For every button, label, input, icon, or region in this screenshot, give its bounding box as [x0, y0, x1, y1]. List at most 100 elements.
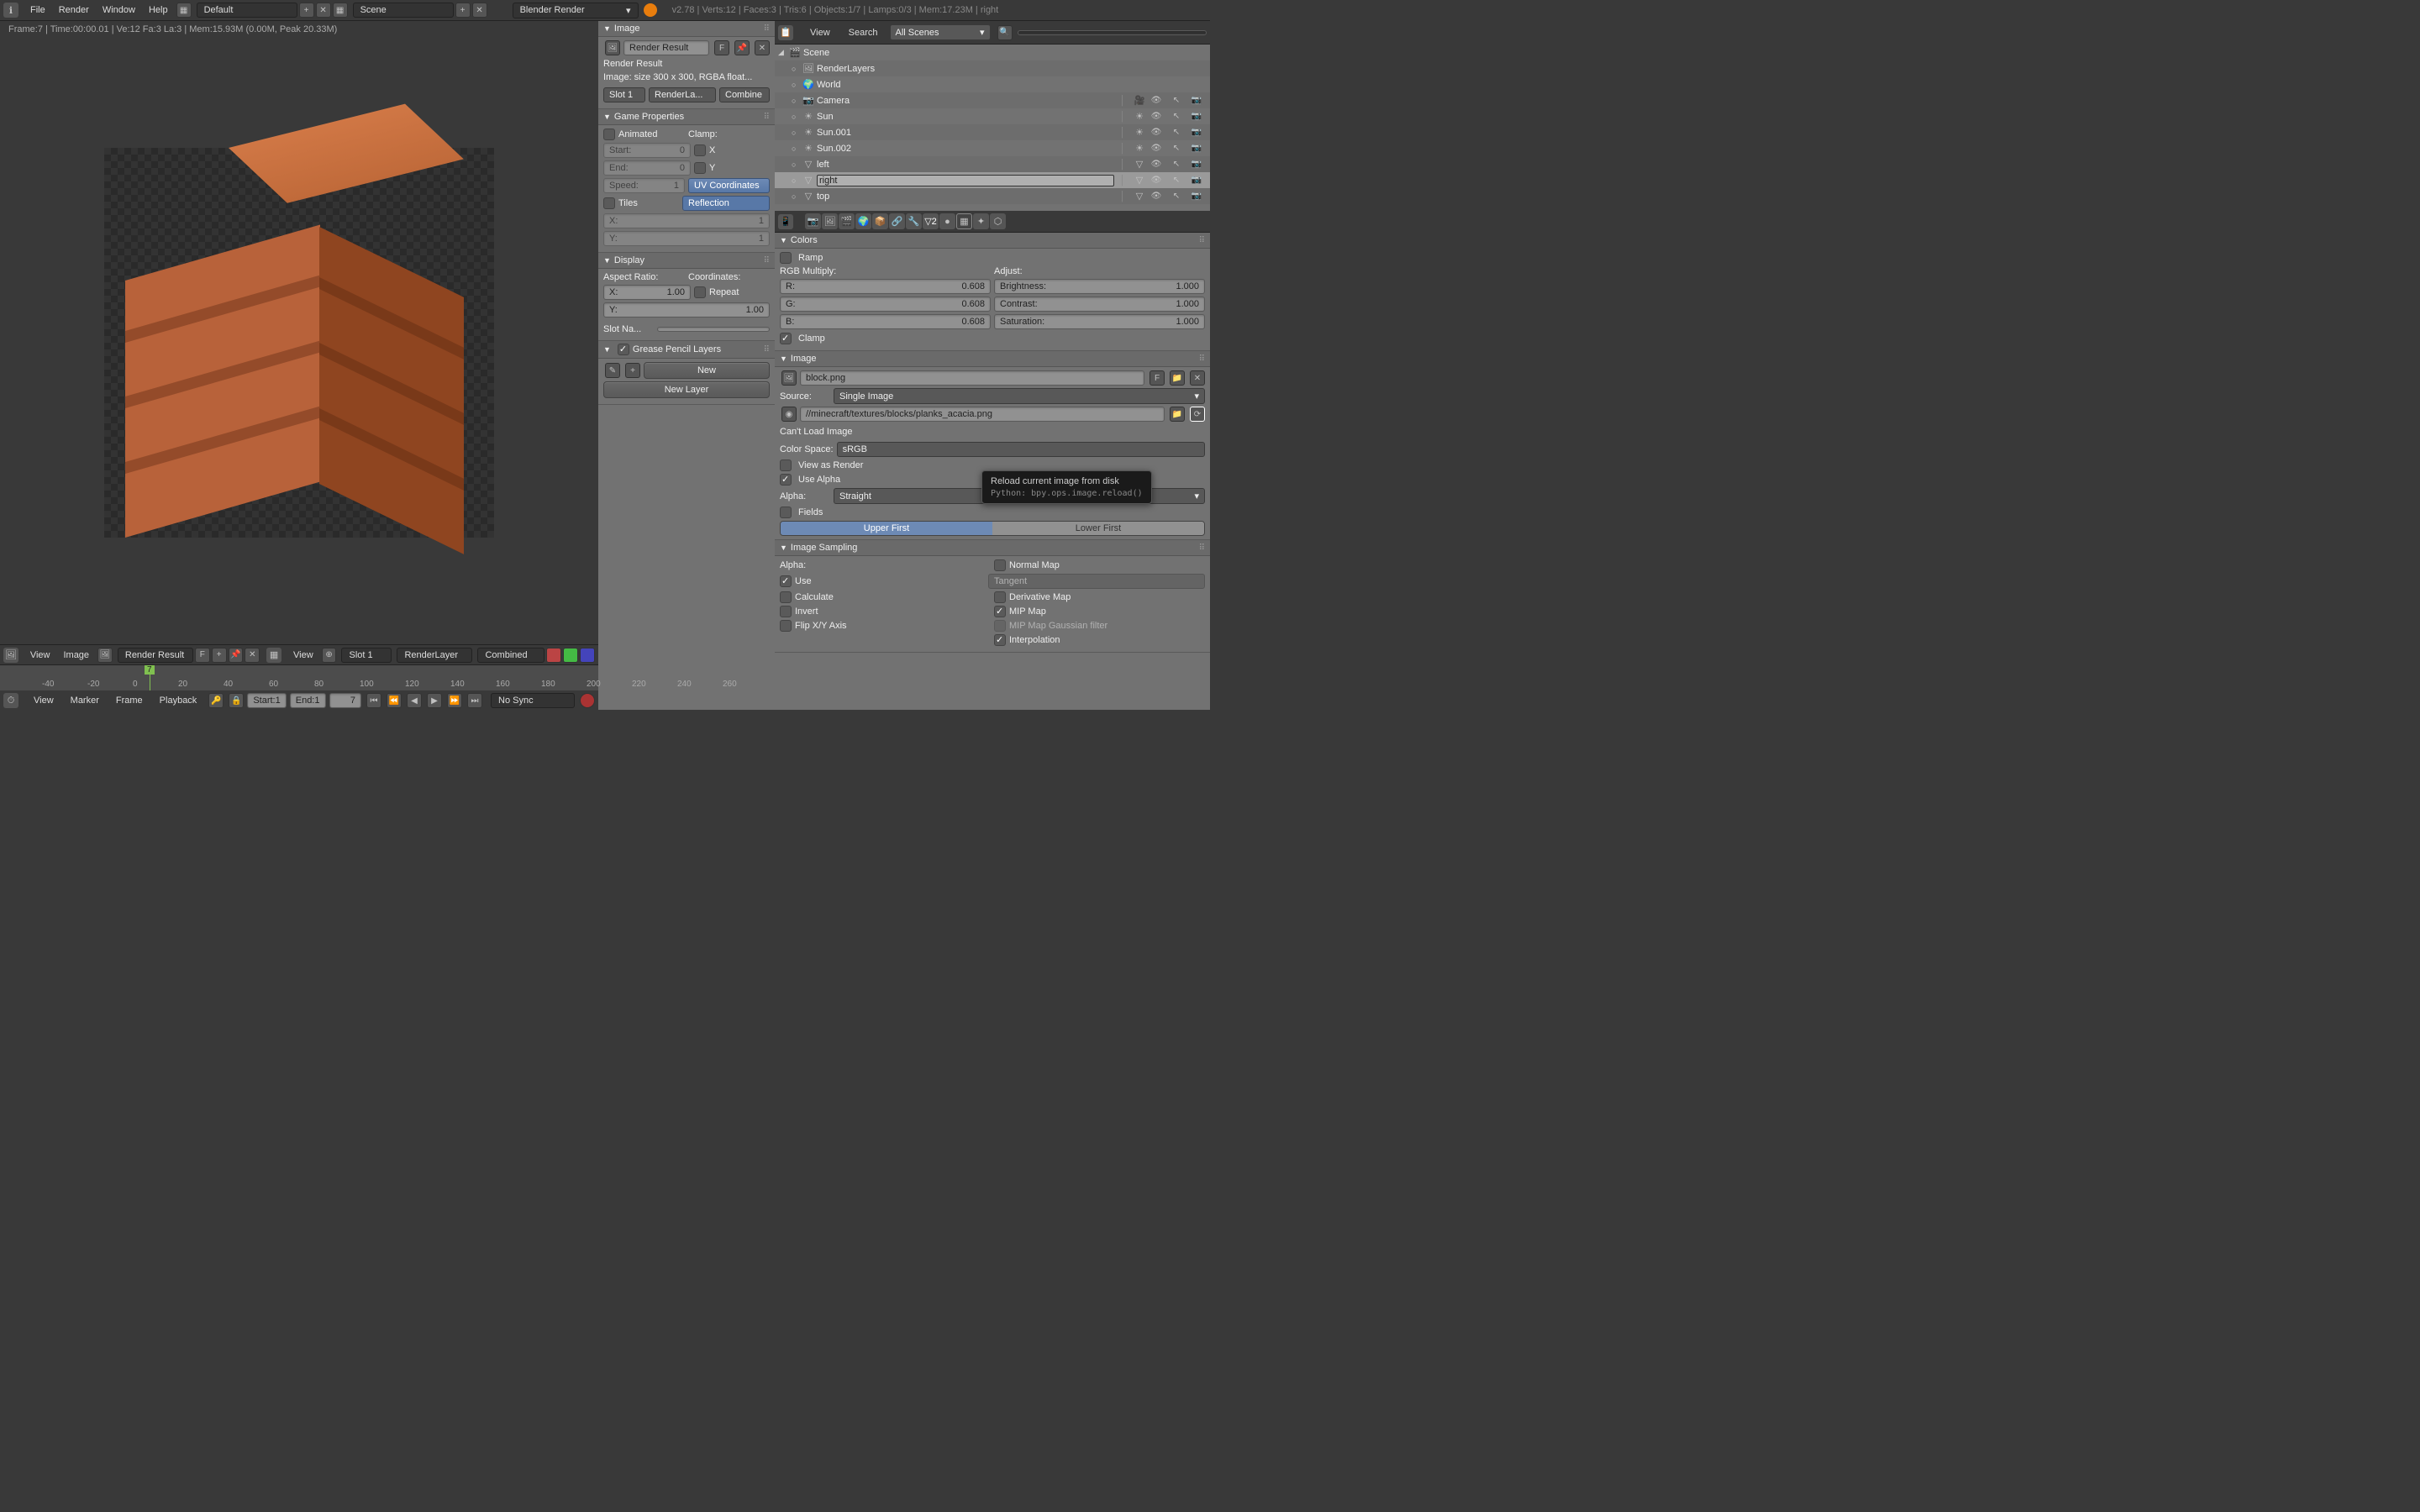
render-icon[interactable]: 📷 — [1190, 94, 1203, 108]
new-layer-button[interactable]: New Layer — [603, 381, 770, 398]
fields-check[interactable] — [780, 507, 792, 518]
use-check[interactable] — [780, 575, 792, 587]
tab-render[interactable]: 📷 — [805, 213, 821, 229]
tiles-y-field[interactable]: Y:1 — [603, 231, 770, 246]
current-frame-field[interactable]: 7 — [329, 693, 362, 708]
uv-coords-button[interactable]: UV Coordinates — [688, 178, 770, 193]
outliner-editor-icon[interactable]: 📋 — [778, 25, 793, 40]
use-alpha-check[interactable] — [780, 474, 792, 486]
search-icon[interactable]: 🔍 — [997, 25, 1013, 40]
colors-header[interactable]: ▼Colors⠿ — [775, 233, 1210, 249]
jump-end-icon[interactable]: ⏭ — [467, 693, 482, 708]
jump-start-icon[interactable]: ⏮ — [366, 693, 381, 708]
ramp-check[interactable] — [780, 252, 792, 264]
g-field[interactable]: G:0.608 — [780, 297, 991, 312]
outliner-tree[interactable]: ◢🎬Scene○🖼RenderLayers○🌍World○📷Camera│🎥👁↖… — [775, 45, 1210, 211]
gp-new-button[interactable]: New — [644, 362, 770, 379]
outliner-scope-dropdown[interactable]: All Scenes▾ — [890, 24, 991, 40]
image-name-dropdown[interactable]: Render Result — [118, 648, 193, 663]
b-field[interactable]: B:0.608 — [780, 314, 991, 329]
file-browser-icon[interactable]: 📁 — [1170, 407, 1185, 422]
keyframe-next-icon[interactable]: ⏩ — [447, 693, 462, 708]
tree-row-sun-002[interactable]: ○☀Sun.002│☀👁↖📷 — [775, 140, 1210, 156]
render-engine-dropdown[interactable]: Blender Render▾ — [513, 3, 639, 18]
reflection-button[interactable]: Reflection — [682, 196, 770, 211]
filepath-input[interactable]: //minecraft/textures/blocks/planks_acaci… — [800, 407, 1165, 422]
search-input[interactable] — [1018, 30, 1207, 35]
render-icon[interactable]: 📷 — [1190, 190, 1203, 203]
start-frame-field[interactable]: Start:1 — [247, 693, 286, 708]
slot-dropdown[interactable]: Slot 1 — [341, 648, 392, 663]
unlink-icon[interactable]: ✕ — [245, 648, 260, 663]
tab-object[interactable]: 📦 — [872, 213, 888, 229]
cursor-icon[interactable]: ↖ — [1170, 158, 1183, 171]
new-image-icon[interactable]: + — [212, 648, 227, 663]
render-icon[interactable]: 📷 — [1190, 158, 1203, 171]
tab-particles[interactable]: ✦ — [973, 213, 989, 229]
screen-layout-dropdown[interactable]: Default — [197, 3, 297, 18]
r-field[interactable]: R:0.608 — [780, 279, 991, 294]
invert-check[interactable] — [780, 606, 792, 617]
brightness-field[interactable]: Brightness:1.000 — [994, 279, 1205, 294]
clamp-y-check[interactable] — [694, 162, 706, 174]
outliner-view-menu[interactable]: View — [803, 28, 837, 38]
channel-g-icon[interactable] — [563, 648, 578, 663]
play-icon[interactable]: ▶ — [427, 693, 442, 708]
image-sampling-header[interactable]: ▼Image Sampling⠿ — [775, 540, 1210, 556]
end-field[interactable]: End:0 — [603, 160, 691, 176]
tab-modifiers[interactable]: 🔧 — [906, 213, 922, 229]
tree-row-camera[interactable]: ○📷Camera│🎥👁↖📷 — [775, 92, 1210, 108]
filepath-icon[interactable]: ◉ — [781, 407, 797, 422]
tree-row-top[interactable]: ○▽top│▽👁↖📷 — [775, 188, 1210, 204]
channel-r-icon[interactable] — [546, 648, 561, 663]
render-icon[interactable]: 📷 — [1190, 142, 1203, 155]
upper-first-toggle[interactable]: Upper First — [781, 522, 992, 535]
renderlayer-select[interactable]: RenderLa... — [649, 87, 716, 102]
sync-mode-dropdown[interactable]: No Sync — [491, 693, 575, 708]
tree-toggle-icon[interactable]: ○ — [792, 65, 800, 73]
delete-layout-icon[interactable]: ✕ — [316, 3, 331, 18]
tree-toggle-icon[interactable]: ○ — [792, 160, 800, 169]
tree-row-scene[interactable]: ◢🎬Scene — [775, 45, 1210, 60]
tree-toggle-icon[interactable]: ○ — [792, 81, 800, 89]
render-icon[interactable]: 📷 — [1190, 110, 1203, 123]
animated-check[interactable] — [603, 129, 615, 140]
image-editor-icon[interactable]: 🖼 — [3, 648, 18, 663]
render-icon[interactable]: 📷 — [1190, 174, 1203, 187]
timeline-frame-menu[interactable]: Frame — [109, 696, 150, 706]
tree-row-renderlayers[interactable]: ○🖼RenderLayers — [775, 60, 1210, 76]
combine-select[interactable]: Combine — [719, 87, 770, 102]
game-properties-header[interactable]: ▼Game Properties⠿ — [598, 109, 775, 125]
gp-enable-check[interactable] — [618, 344, 629, 355]
mipmap-check[interactable] — [994, 606, 1006, 617]
slot-name-field[interactable] — [657, 327, 770, 332]
cursor-icon[interactable]: ↖ — [1170, 174, 1183, 187]
delete-scene-icon[interactable]: ✕ — [472, 3, 487, 18]
menu-help[interactable]: Help — [142, 5, 175, 15]
record-icon[interactable] — [580, 693, 595, 708]
start-field[interactable]: Start:0 — [603, 143, 691, 158]
tree-row-right[interactable]: ○▽right│▽👁↖📷 — [775, 172, 1210, 188]
play-reverse-icon[interactable]: ◀ — [407, 693, 422, 708]
eye-icon[interactable]: 👁 — [1150, 126, 1163, 139]
timeline-ruler[interactable]: -40-200204060801001201401601802002202402… — [0, 665, 598, 690]
lock-icon[interactable]: 🔒 — [229, 693, 244, 708]
timeline-marker-menu[interactable]: Marker — [64, 696, 106, 706]
screen-browse-icon[interactable]: ▦ — [176, 3, 192, 18]
f-fake-user[interactable]: F — [714, 40, 729, 55]
field-order-toggle[interactable]: Upper First Lower First — [780, 521, 1205, 536]
cursor-icon[interactable]: ↖ — [1170, 126, 1183, 139]
footer-view-menu[interactable]: View — [24, 650, 57, 660]
tab-data[interactable]: ▽2 — [923, 213, 939, 229]
cursor-icon[interactable]: ↖ — [1170, 190, 1183, 203]
flip-xy-check[interactable] — [780, 620, 792, 632]
tab-physics[interactable]: ⬡ — [990, 213, 1006, 229]
prop-image-header[interactable]: ▼Image⠿ — [775, 351, 1210, 367]
clamp-x-check[interactable] — [694, 144, 706, 156]
image-browse-icon[interactable]: 🖼 — [605, 40, 620, 55]
display-panel-header[interactable]: ▼Display⠿ — [598, 253, 775, 269]
pin-image-icon[interactable]: 📌 — [734, 40, 750, 55]
tree-toggle-icon[interactable]: ○ — [792, 176, 800, 185]
tree-toggle-icon[interactable]: ◢ — [778, 48, 786, 57]
eye-icon[interactable]: 👁 — [1150, 190, 1163, 203]
